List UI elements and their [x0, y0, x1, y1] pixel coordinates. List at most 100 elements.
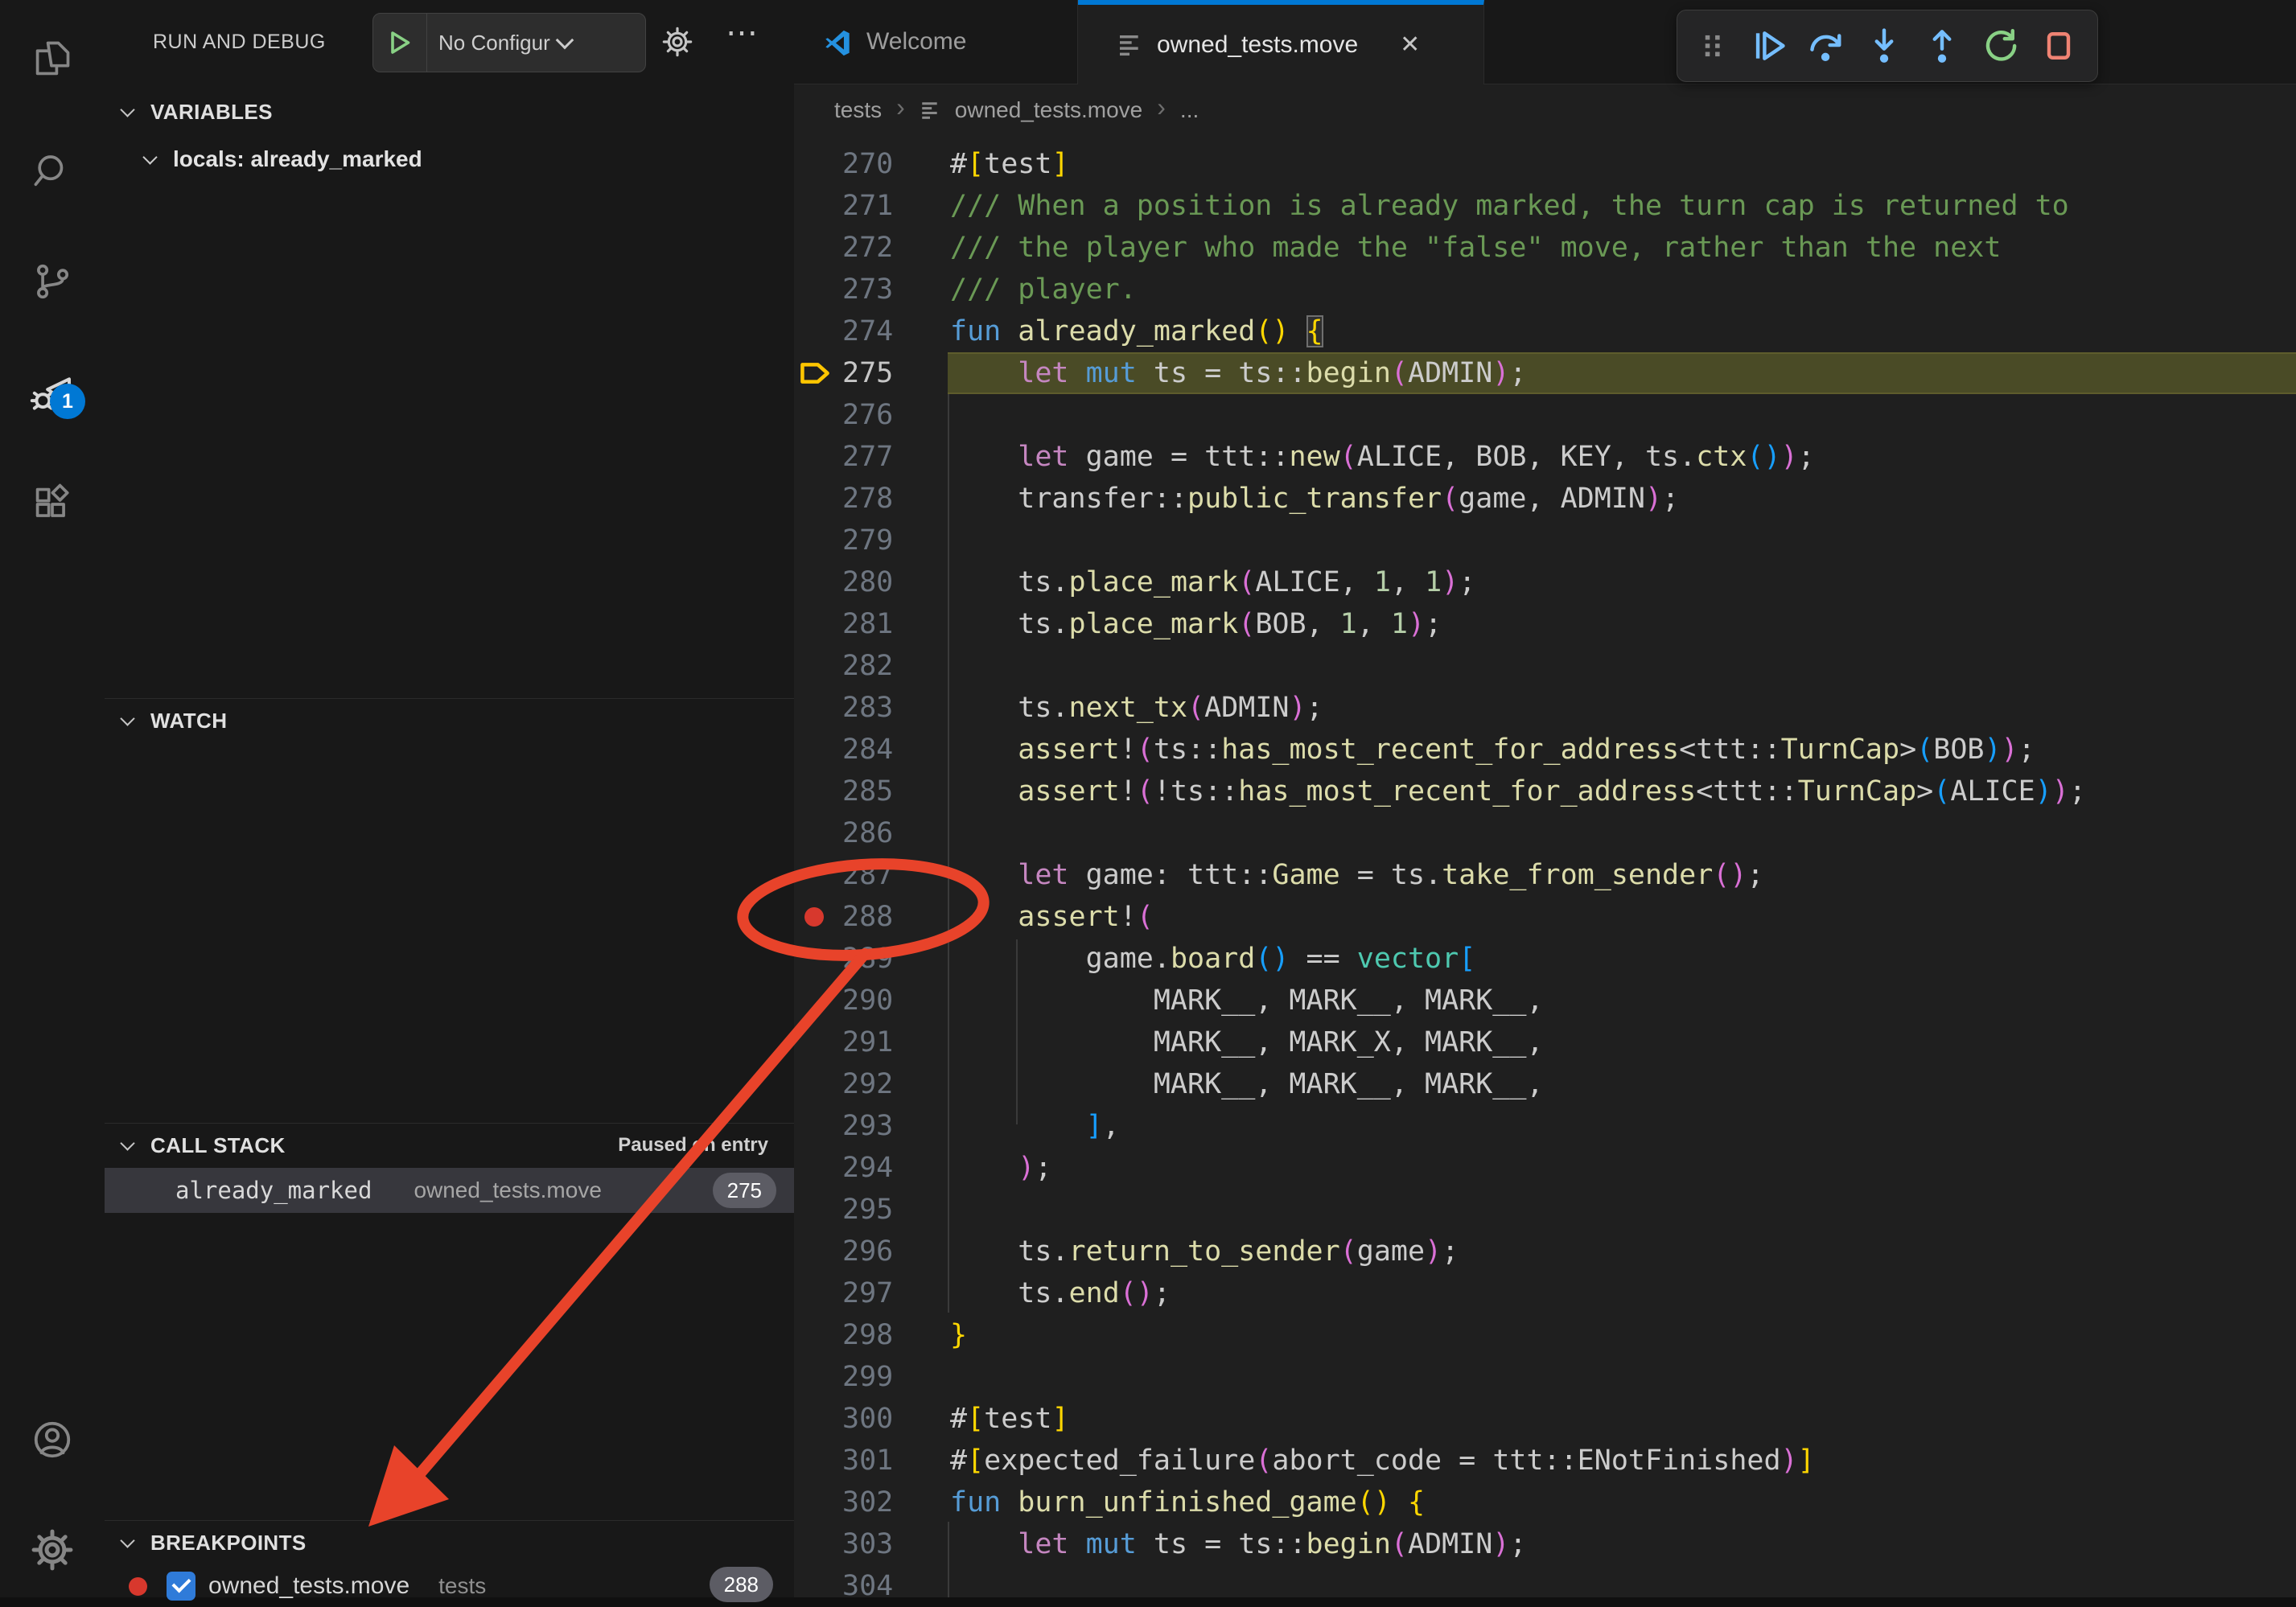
line-number: 271	[842, 185, 887, 227]
step-into-button[interactable]	[1865, 27, 1903, 65]
gutter[interactable]	[794, 1189, 842, 1231]
tab-owned-tests-move[interactable]: owned_tests.move ✕	[1078, 0, 1484, 84]
search-icon[interactable]	[0, 127, 105, 216]
line-number: 279	[842, 520, 887, 561]
gutter[interactable]	[794, 227, 842, 269]
code-line: 293 ],	[794, 1105, 2296, 1147]
debug-settings-gear-icon[interactable]	[661, 26, 693, 62]
line-number: 280	[842, 561, 887, 603]
breadcrumb-file[interactable]: owned_tests.move	[955, 97, 1142, 123]
chevron-down-icon	[120, 711, 134, 725]
gutter[interactable]	[794, 980, 842, 1021]
tab-welcome[interactable]: Welcome	[794, 0, 1078, 84]
code-line: 284 assert!(ts::has_most_recent_for_addr…	[794, 729, 2296, 771]
launch-config-dropdown[interactable]: No Configur	[372, 13, 646, 72]
close-icon[interactable]: ✕	[1400, 31, 1420, 59]
gutter[interactable]	[794, 1272, 842, 1314]
gutter[interactable]	[794, 771, 842, 812]
line-number: 270	[842, 143, 887, 185]
settings-gear-icon[interactable]	[0, 1506, 105, 1594]
gutter[interactable]	[794, 143, 842, 185]
gutter[interactable]	[794, 1565, 842, 1597]
line-number: 281	[842, 603, 887, 645]
more-actions-icon[interactable]: ⋯	[726, 14, 758, 51]
breakpoint-checkbox[interactable]	[167, 1572, 195, 1601]
gutter[interactable]	[794, 185, 842, 227]
code-line: 302fun burn_unfinished_game() {	[794, 1482, 2296, 1523]
tab-label: owned_tests.move	[1157, 31, 1358, 59]
call-stack-section-header[interactable]: CALL STACK Paused on entry	[105, 1124, 794, 1167]
line-number: 302	[842, 1482, 887, 1523]
run-and-debug-icon[interactable]: 1	[0, 350, 105, 438]
code-text: ts.end();	[948, 1272, 2296, 1314]
breadcrumb-symbol[interactable]: ...	[1180, 97, 1199, 123]
gutter[interactable]	[794, 436, 842, 478]
start-debug-icon[interactable]	[373, 14, 427, 72]
gutter[interactable]	[794, 729, 842, 771]
code-text	[948, 812, 2296, 854]
breadcrumb: tests › owned_tests.move › ...	[794, 84, 2296, 135]
current-line-arrow-icon[interactable]	[794, 352, 842, 394]
code-text: MARK__, MARK__, MARK__,	[948, 1063, 2296, 1105]
continue-button[interactable]	[1749, 27, 1788, 65]
gutter[interactable]	[794, 1105, 842, 1147]
gutter[interactable]	[794, 1398, 842, 1440]
code-line: 281 ts.place_mark(BOB, 1, 1);	[794, 603, 2296, 645]
gutter[interactable]	[794, 1440, 842, 1482]
breakpoint-dot-icon	[129, 1577, 147, 1596]
variables-section-header[interactable]: VARIABLES	[105, 90, 794, 134]
gutter[interactable]	[794, 1231, 842, 1272]
code-line: 283 ts.next_tx(ADMIN);	[794, 687, 2296, 729]
explorer-icon[interactable]	[0, 14, 105, 103]
gutter[interactable]	[794, 854, 842, 896]
source-control-icon[interactable]	[0, 237, 105, 326]
account-icon[interactable]	[0, 1395, 105, 1484]
line-number: 296	[842, 1231, 887, 1272]
code-line: 292 MARK__, MARK__, MARK__,	[794, 1063, 2296, 1105]
gutter[interactable]	[794, 1356, 842, 1398]
gutter[interactable]	[794, 394, 842, 436]
code-text: MARK__, MARK__, MARK__,	[948, 980, 2296, 1021]
code-editor[interactable]: 270#[test]271/// When a position is alre…	[794, 135, 2296, 1597]
debug-badge: 1	[50, 384, 85, 419]
code-line: 287 let game: ttt::Game = ts.take_from_s…	[794, 854, 2296, 896]
gutter[interactable]	[794, 603, 842, 645]
gutter[interactable]	[794, 645, 842, 687]
stop-button[interactable]	[2039, 27, 2078, 65]
call-stack-frame-row[interactable]: already_marked owned_tests.move 275	[105, 1168, 794, 1213]
extensions-icon[interactable]	[0, 460, 105, 549]
gutter[interactable]	[794, 1021, 842, 1063]
restart-button[interactable]	[1981, 27, 2020, 65]
code-text: transfer::public_transfer(game, ADMIN);	[948, 478, 2296, 520]
code-text: #[test]	[948, 1398, 2296, 1440]
drag-grip-icon[interactable]	[1697, 27, 1729, 65]
step-out-button[interactable]	[1923, 27, 1961, 65]
gutter[interactable]	[794, 1523, 842, 1565]
gutter[interactable]	[794, 269, 842, 310]
line-number: 297	[842, 1272, 887, 1314]
gutter[interactable]	[794, 478, 842, 520]
breakpoint-dot-icon[interactable]	[794, 896, 842, 938]
variables-scope-row[interactable]: locals: already_marked	[105, 138, 794, 180]
gutter[interactable]	[794, 561, 842, 603]
breakpoint-row[interactable]: owned_tests.move tests 288	[105, 1565, 794, 1607]
gutter[interactable]	[794, 1314, 842, 1356]
code-line: 296 ts.return_to_sender(game);	[794, 1231, 2296, 1272]
line-number: 293	[842, 1105, 887, 1147]
code-text: assert!(	[948, 896, 2296, 938]
gutter[interactable]	[794, 1147, 842, 1189]
watch-section-header[interactable]: WATCH	[105, 699, 794, 742]
gutter[interactable]	[794, 687, 842, 729]
gutter[interactable]	[794, 520, 842, 561]
gutter[interactable]	[794, 1482, 842, 1523]
gutter[interactable]	[794, 310, 842, 352]
step-over-button[interactable]	[1807, 27, 1845, 65]
gutter[interactable]	[794, 938, 842, 980]
breakpoints-section-header[interactable]: BREAKPOINTS	[105, 1521, 794, 1564]
gutter[interactable]	[794, 1063, 842, 1105]
breadcrumb-folder[interactable]: tests	[834, 97, 882, 123]
gutter[interactable]	[794, 812, 842, 854]
scope-label: locals: already_marked	[173, 146, 422, 172]
activity-bar: 1	[0, 0, 105, 1597]
breakpoint-path: tests	[438, 1573, 486, 1599]
